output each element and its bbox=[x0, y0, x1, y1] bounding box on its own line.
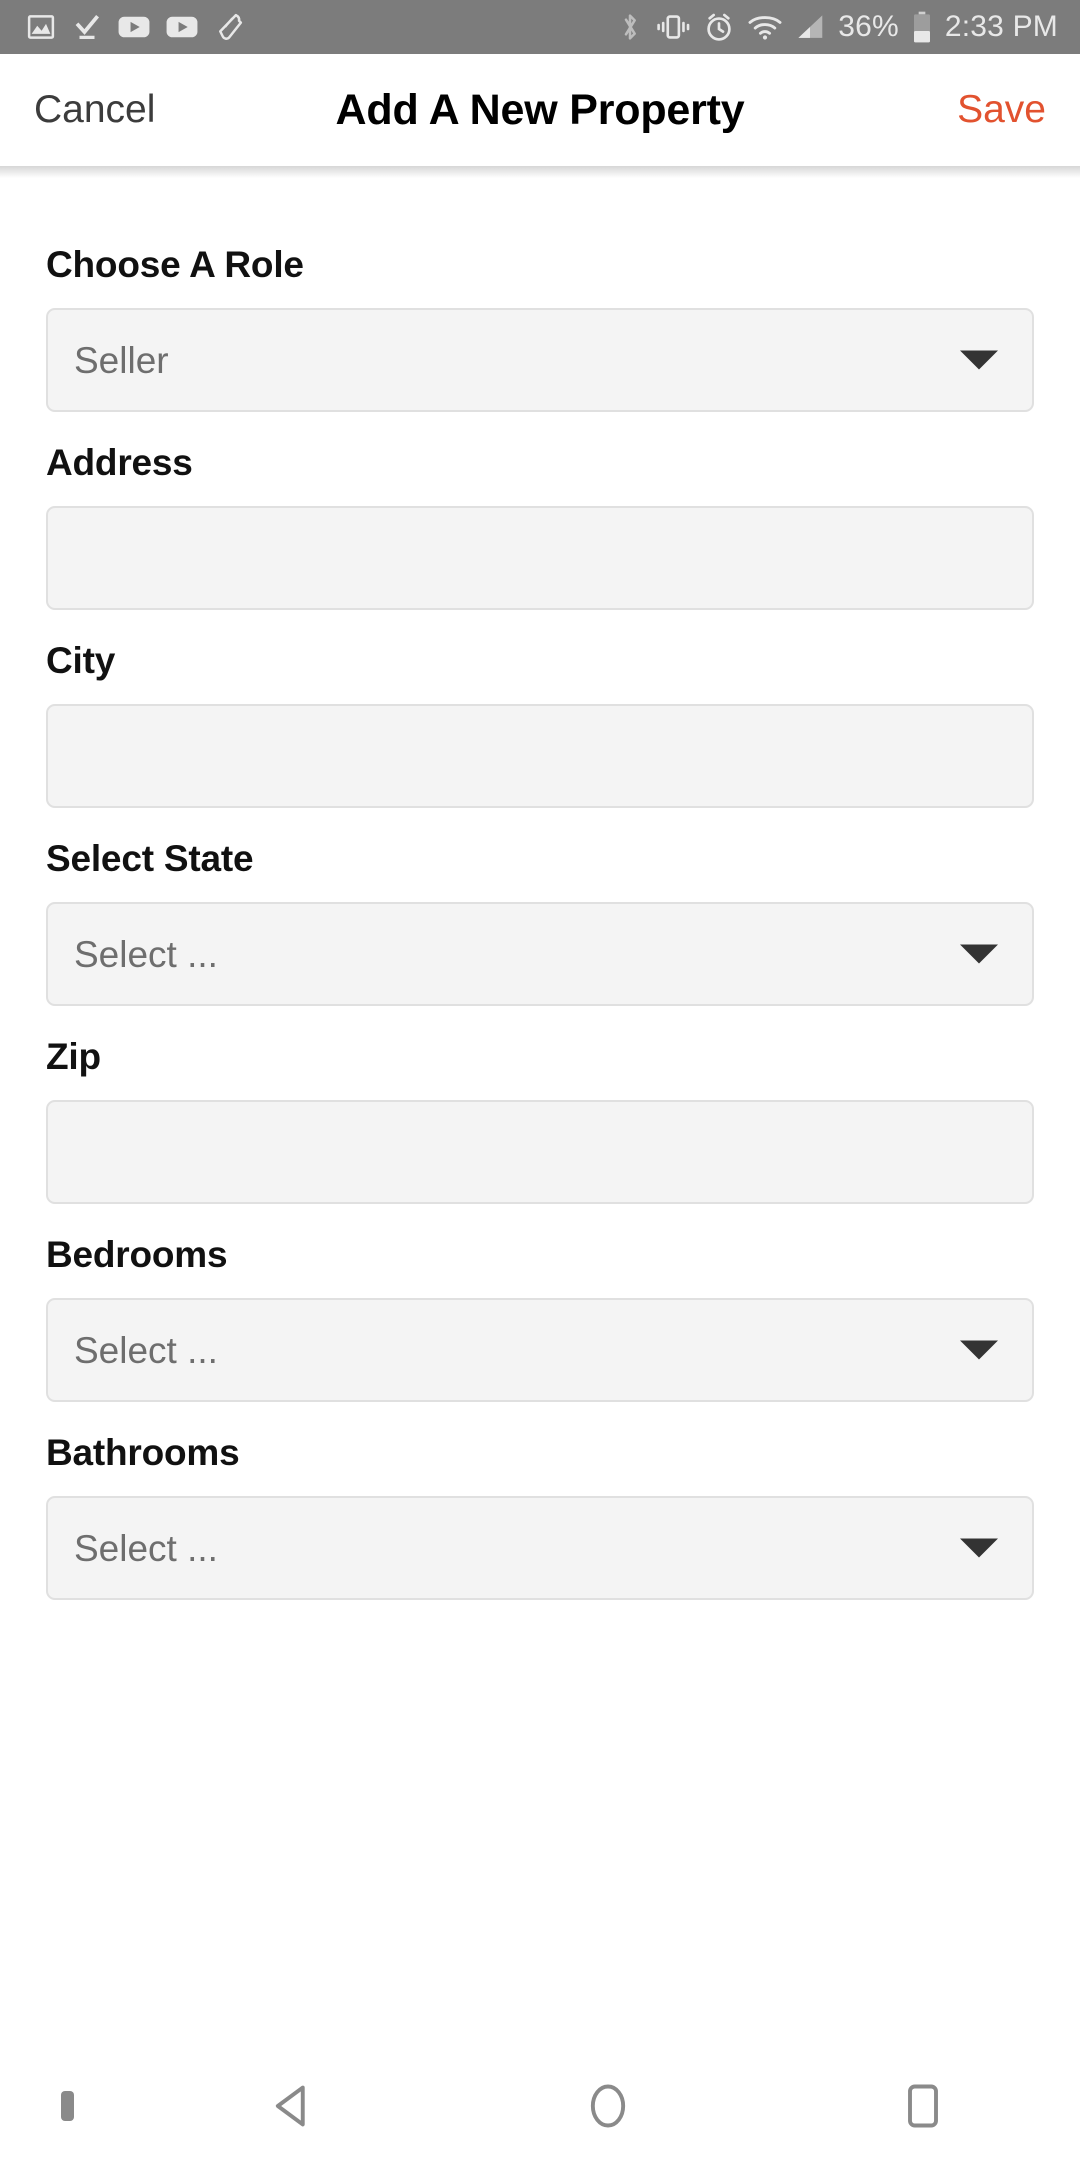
status-bar-left-icons bbox=[26, 12, 244, 42]
battery-icon bbox=[913, 11, 930, 43]
field-label-bedrooms: Bedrooms bbox=[46, 1234, 228, 1275]
field-label-state: Select State bbox=[46, 838, 254, 879]
nav-recents-button[interactable] bbox=[765, 2052, 1080, 2160]
address-input[interactable] bbox=[46, 506, 1034, 610]
field-group-state: Select State Select ... bbox=[46, 838, 1034, 1006]
phone-screen: 36% 2:33 PM Cancel Add A New Property Sa… bbox=[0, 0, 1080, 2160]
field-label-role: Choose A Role bbox=[46, 244, 304, 285]
field-group-address: Address bbox=[46, 442, 1034, 610]
field-group-zip: Zip bbox=[46, 1036, 1034, 1204]
chevron-down-icon bbox=[960, 944, 998, 964]
app-header: Cancel Add A New Property Save bbox=[0, 54, 1080, 178]
field-label-address: Address bbox=[46, 442, 193, 483]
cellular-signal-icon bbox=[798, 15, 823, 38]
state-dropdown-value: Select ... bbox=[74, 933, 218, 975]
chevron-down-icon bbox=[960, 350, 998, 370]
bathrooms-dropdown[interactable]: Select ... bbox=[46, 1496, 1034, 1600]
save-button[interactable]: Save bbox=[957, 88, 1046, 132]
zip-input[interactable] bbox=[46, 1100, 1034, 1204]
android-navigation-bar bbox=[0, 2052, 1080, 2160]
city-input[interactable] bbox=[46, 704, 1034, 808]
cancel-button[interactable]: Cancel bbox=[34, 88, 155, 132]
nav-back-button[interactable] bbox=[135, 2052, 450, 2160]
alarm-icon bbox=[707, 13, 731, 41]
status-bar-right-icons: 36% 2:33 PM bbox=[617, 11, 1058, 43]
recents-icon bbox=[907, 2084, 938, 2128]
bathrooms-dropdown-value: Select ... bbox=[74, 1527, 218, 1569]
bedrooms-dropdown-value: Select ... bbox=[74, 1329, 218, 1371]
field-label-city: City bbox=[46, 640, 116, 681]
clock-label: 2:33 PM bbox=[944, 10, 1058, 43]
status-bar: 36% 2:33 PM bbox=[0, 0, 1080, 54]
youtube-icon bbox=[166, 16, 198, 38]
page-title: Add A New Property bbox=[335, 85, 745, 134]
youtube-icon bbox=[118, 16, 150, 38]
chevron-down-icon bbox=[960, 1538, 998, 1558]
vibrate-icon bbox=[657, 15, 690, 39]
battery-percent-label: 36% bbox=[838, 10, 899, 43]
field-group-bedrooms: Bedrooms Select ... bbox=[46, 1234, 1034, 1402]
shoe-icon bbox=[219, 13, 243, 40]
field-label-bathrooms: Bathrooms bbox=[46, 1432, 240, 1473]
role-dropdown[interactable]: Seller bbox=[46, 308, 1034, 412]
property-form: Choose A Role Seller Address City Select… bbox=[0, 166, 1080, 2052]
bedrooms-dropdown[interactable]: Select ... bbox=[46, 1298, 1034, 1402]
bluetooth-icon bbox=[624, 14, 637, 40]
field-group-city: City bbox=[46, 640, 1034, 808]
back-icon bbox=[275, 2085, 305, 2127]
download-complete-icon bbox=[75, 14, 100, 39]
keyboard-indicator[interactable] bbox=[0, 2052, 135, 2160]
role-dropdown-value: Seller bbox=[74, 339, 169, 381]
home-icon bbox=[590, 2084, 625, 2128]
field-label-zip: Zip bbox=[46, 1036, 101, 1077]
state-dropdown[interactable]: Select ... bbox=[46, 902, 1034, 1006]
field-group-bathrooms: Bathrooms Select ... bbox=[46, 1432, 1034, 1600]
keyboard-indicator-icon bbox=[61, 2091, 74, 2121]
nav-home-button[interactable] bbox=[450, 2052, 765, 2160]
field-group-role: Choose A Role Seller bbox=[46, 244, 1034, 412]
wifi-icon bbox=[748, 16, 782, 40]
screenshot-icon bbox=[27, 15, 55, 39]
chevron-down-icon bbox=[960, 1340, 998, 1360]
